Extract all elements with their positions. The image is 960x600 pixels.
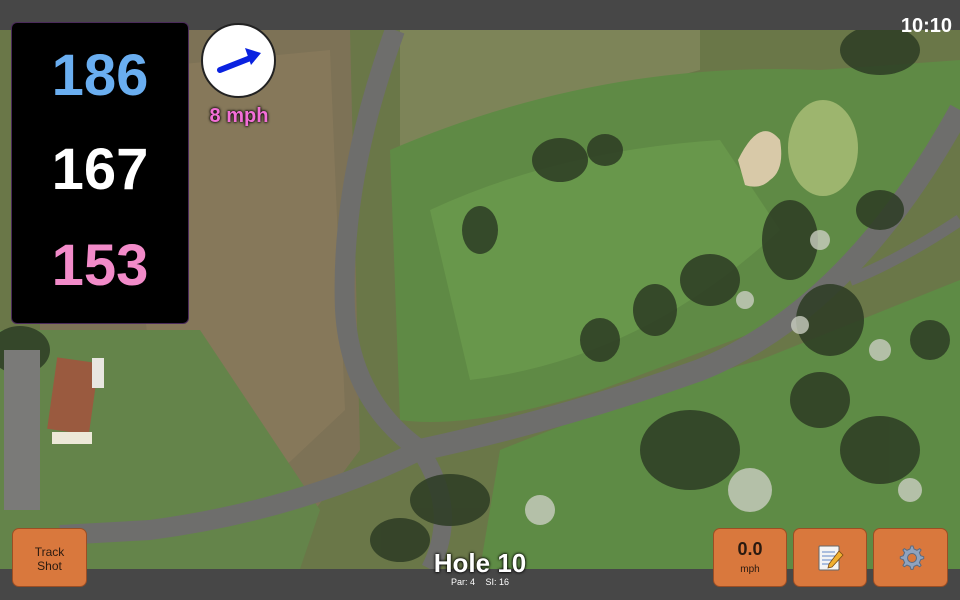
hole-info: Par: 4 SI: 16 <box>400 577 560 587</box>
hole-title: Hole 10 <box>433 548 527 578</box>
gear-icon <box>899 545 924 570</box>
wind-indicator <box>201 23 276 98</box>
wind-speed-label: 8 mph <box>209 105 269 127</box>
distance-panel: 186 167 153 <box>11 22 189 324</box>
middle-distance: 167 <box>51 137 149 202</box>
track-shot-button[interactable]: Track Shot <box>12 528 87 587</box>
notepad-icon <box>818 545 844 570</box>
clock: 10:10 <box>900 15 952 37</box>
notes-button[interactable] <box>793 528 867 587</box>
hole-par: Par: 4 <box>450 577 475 587</box>
speed-value: 0.0 <box>737 539 763 559</box>
front-distance: 153 <box>51 233 149 298</box>
back-distance: 186 <box>51 43 149 108</box>
settings-button[interactable] <box>873 528 948 587</box>
wind-arrow-icon <box>217 48 261 73</box>
hole-stroke-index: SI: 16 <box>485 577 510 587</box>
speed-unit: mph <box>740 564 760 575</box>
track-shot-label: Track Shot <box>34 545 65 573</box>
speed-button[interactable]: 0.0 mph <box>713 528 787 587</box>
